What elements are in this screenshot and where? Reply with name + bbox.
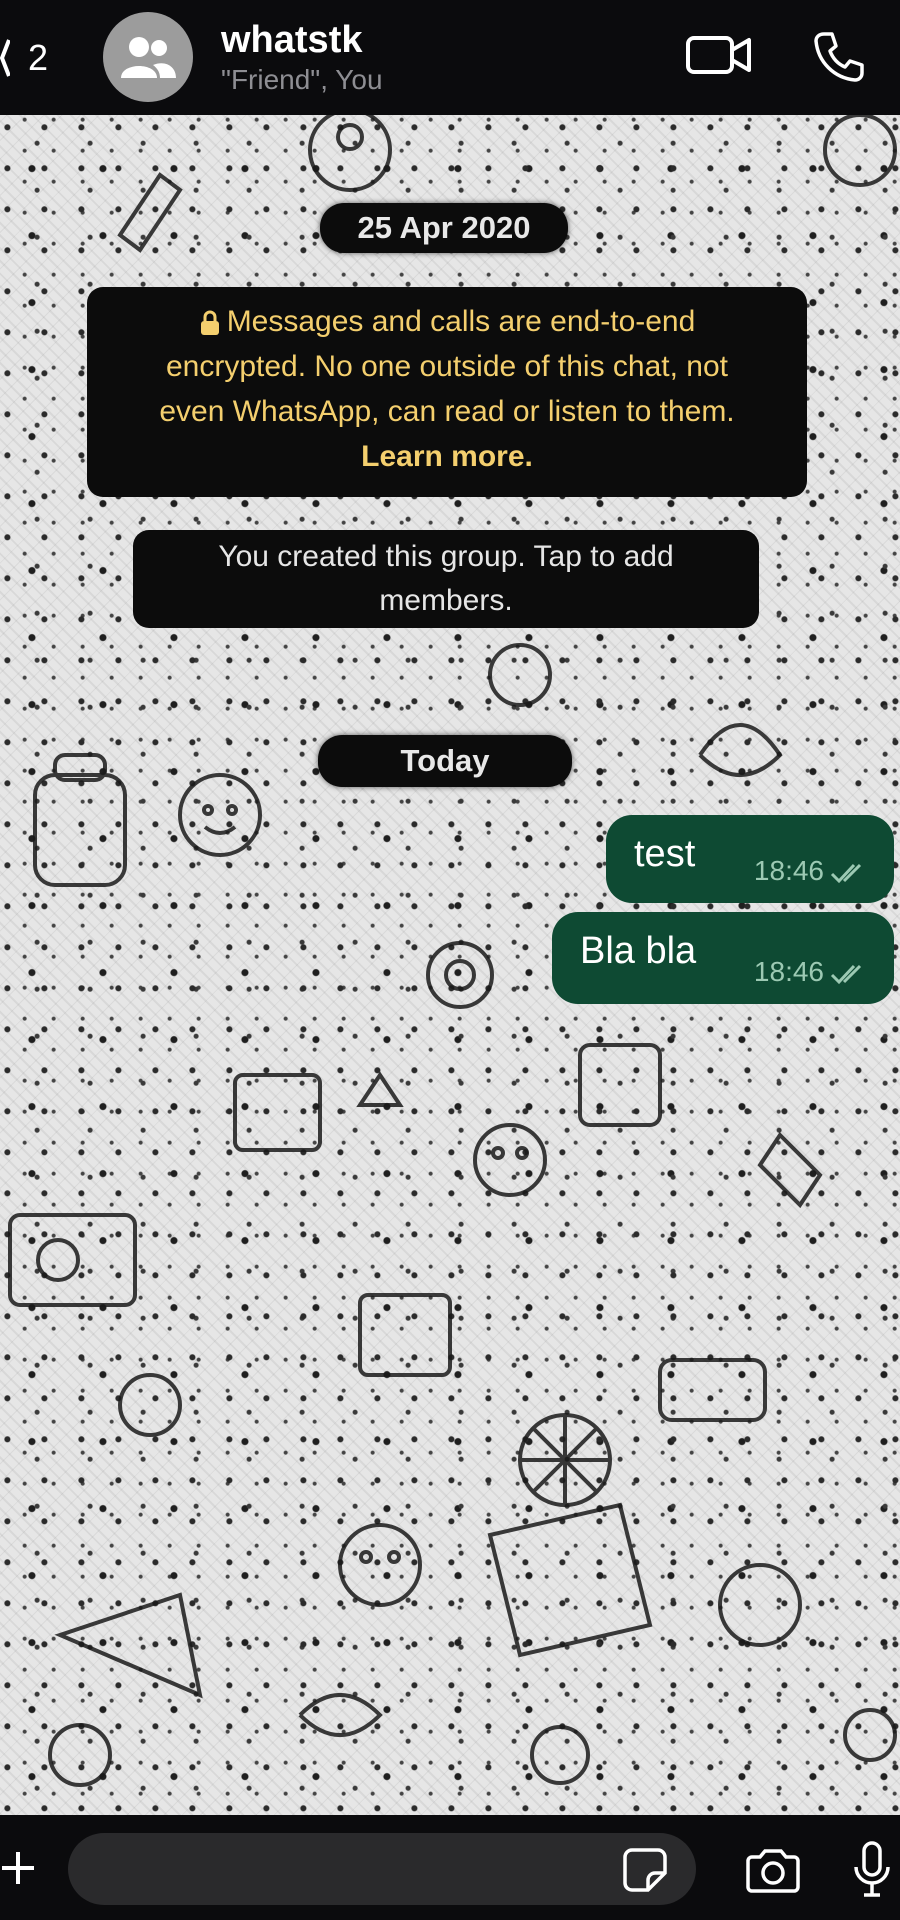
message-bubble[interactable]: Bla bla 18:46 [552, 912, 894, 1004]
message-text: Bla bla [580, 930, 697, 972]
group-avatar-icon [121, 37, 176, 78]
chat-header: 2 whatstk "Friend", You [0, 0, 900, 115]
group-created-notice[interactable]: You created this group. Tap to add membe… [133, 530, 759, 628]
chat-area[interactable]: 25 Apr 2020 Messages and calls are end-t… [0, 115, 900, 1815]
message-input[interactable] [68, 1833, 696, 1905]
group-created-line-1: You created this group. Tap to add [218, 540, 674, 573]
composer-bar [0, 1815, 900, 1920]
microphone-icon[interactable] [852, 1841, 892, 1899]
learn-more-link[interactable]: Learn more. [87, 434, 807, 479]
date-separator: 25 Apr 2020 [320, 203, 568, 253]
lock-icon [200, 310, 219, 336]
double-check-icon [830, 863, 862, 884]
today-separator: Today [318, 735, 572, 787]
camera-icon[interactable] [744, 1849, 802, 1893]
chat-title: whatstk [221, 19, 363, 61]
video-call-icon[interactable] [686, 30, 752, 80]
back-button[interactable]: 2 [0, 28, 48, 88]
chat-info[interactable]: whatstk "Friend", You [221, 18, 383, 96]
chevron-left-icon [0, 39, 10, 77]
phone-icon[interactable] [812, 30, 866, 84]
notice-line-3: even WhatsApp, can read or listen to the… [159, 395, 735, 428]
message-time: 18:46 [753, 855, 824, 886]
sticker-icon[interactable] [622, 1847, 668, 1893]
notice-line-1: Messages and calls are end-to-end [87, 299, 807, 344]
double-check-icon [830, 964, 862, 985]
notice-line-2: encrypted. No one outside of this chat, … [165, 350, 729, 383]
message-bubble[interactable]: test 18:46 [606, 815, 894, 903]
encryption-notice[interactable]: Messages and calls are end-to-end encryp… [87, 287, 807, 497]
group-created-line-2: members. [379, 584, 513, 617]
unread-count: 2 [28, 37, 49, 78]
chat-members: "Friend", You [221, 64, 383, 95]
plus-icon[interactable] [0, 1850, 36, 1886]
message-time: 18:46 [753, 956, 824, 987]
group-avatar[interactable] [103, 12, 193, 102]
message-text: test [634, 833, 696, 875]
